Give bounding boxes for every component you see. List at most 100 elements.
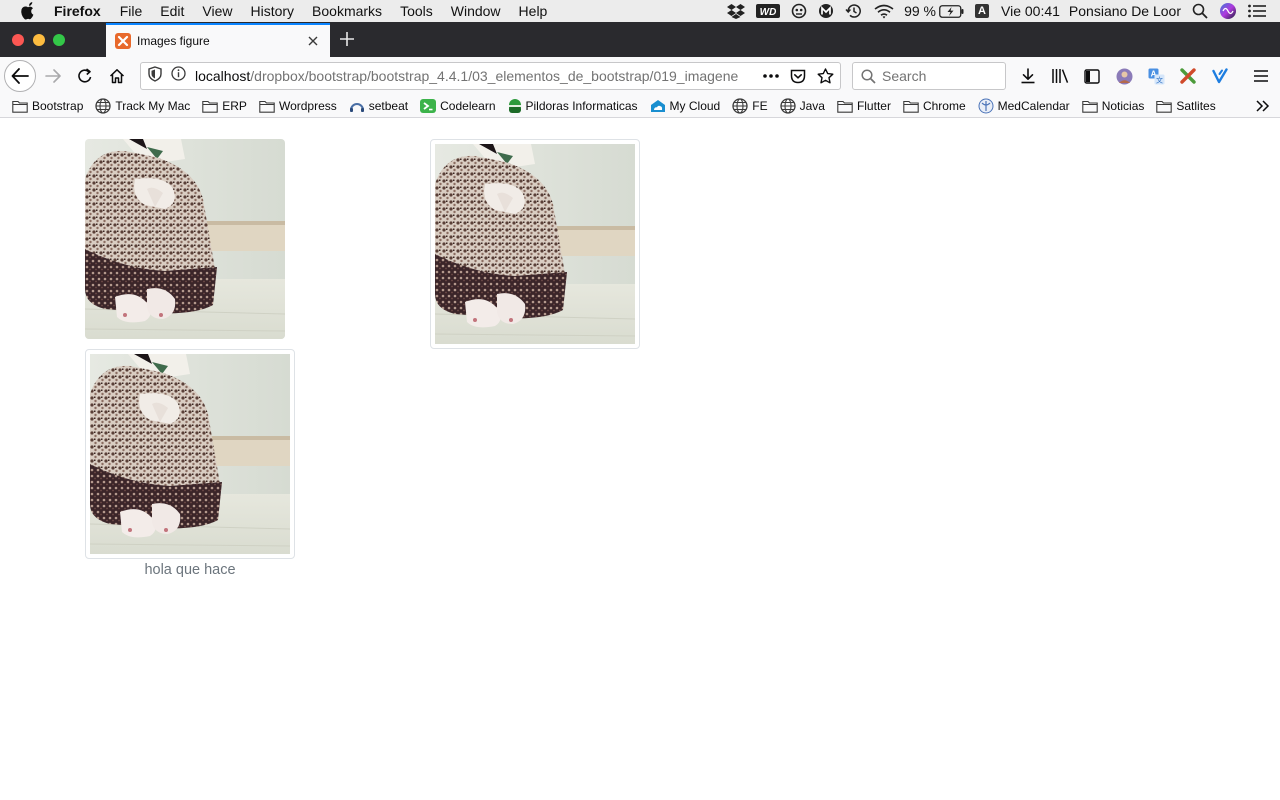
figure-image-thumbnail [85,349,295,559]
menu-bookmarks[interactable]: Bookmarks [312,3,382,19]
bookmarks-toolbar: Bootstrap Track My Mac ERP Wordpress set… [0,95,1280,118]
sidebar-toggle-icon[interactable] [1081,65,1103,87]
svg-text:WD: WD [760,7,777,18]
profile-avatar-icon[interactable] [1113,65,1135,87]
folder-icon [12,100,28,113]
apple-icon[interactable] [20,2,36,20]
bookmark-bootstrap[interactable]: Bootstrap [12,99,83,113]
notification-center-icon[interactable] [1248,4,1266,18]
bookmark-flutter[interactable]: Flutter [837,99,891,113]
bookmark-codelearn[interactable]: Codelearn [420,98,496,114]
folder-icon [1081,100,1098,113]
bookmark-track-my-mac[interactable]: Track My Mac [95,98,190,114]
folder-icon [837,100,853,113]
bookmark-pildoras-informaticas[interactable]: Pildoras Informaticas [508,98,638,114]
search-bar[interactable]: Search [852,62,1006,90]
bookmark-satlites[interactable]: Satlites [1156,99,1216,113]
new-tab-icon[interactable] [337,29,357,49]
svg-text:文: 文 [1156,75,1163,84]
dropbox-icon[interactable] [727,3,746,19]
menu-help[interactable]: Help [519,3,548,19]
globe-icon [732,98,748,114]
bookmark-fe[interactable]: FE [732,98,768,114]
bookmark-label: setbeat [368,99,409,113]
bookmarks-overflow-chevron-icon[interactable] [1256,99,1270,117]
page-content: hola que hace [0,118,1280,800]
ghost-icon[interactable] [791,3,807,19]
spotlight-icon[interactable] [1192,3,1208,19]
forward-button[interactable] [38,61,68,91]
tab-close-icon[interactable] [305,33,321,49]
bookmark-label: Track My Mac [115,99,191,113]
menu-window[interactable]: Window [451,3,501,19]
bookmark-star-icon[interactable] [817,68,834,84]
macos-menubar: Firefox File Edit View History Bookmarks… [0,0,1280,22]
setbeat-icon [349,99,365,113]
tracking-protection-icon[interactable] [148,65,162,87]
page-actions-icon[interactable] [763,74,779,78]
bookmark-label: MedCalendar [997,99,1070,113]
menu-file[interactable]: File [120,3,143,19]
bookmark-java[interactable]: Java [779,98,825,114]
tab-strip: Images figure [0,22,1280,57]
m-icon[interactable] [818,3,834,19]
menubar-user[interactable]: Ponsiano De Loor [1069,3,1181,19]
cloud-icon [650,99,666,113]
url-host: localhost [195,68,251,84]
window-close-button[interactable] [12,34,24,46]
globe-icon [95,98,112,114]
battery-percentage: 99 % [904,3,937,19]
folder-icon [259,100,275,113]
bookmark-medcalendar[interactable]: MedCalendar [978,98,1070,114]
bookmark-label: Bootstrap [32,99,84,113]
menu-edit[interactable]: Edit [160,3,184,19]
time-machine-icon[interactable] [845,3,863,19]
bookmark-label: Pildoras Informaticas [525,99,638,113]
window-minimize-button[interactable] [33,34,45,46]
hamburger-menu-icon[interactable] [1250,65,1272,87]
menu-history[interactable]: History [250,3,294,19]
wd-icon[interactable]: WD [756,4,781,18]
photo-woman-sitting [90,354,290,554]
menubar-clock[interactable]: Vie 00:41 [1001,3,1060,19]
menu-tools[interactable]: Tools [400,3,433,19]
menu-view[interactable]: View [202,3,232,19]
v-extension-icon[interactable] [1209,65,1231,87]
menu-app-name[interactable]: Firefox [54,3,101,19]
url-bar[interactable]: localhost/dropbox/bootstrap/bootstrap_4.… [140,62,841,90]
bookmark-label: Codelearn [440,99,496,113]
bookmark-my-cloud[interactable]: My Cloud [650,99,720,113]
tab-title: Images figure [137,34,210,48]
globe-icon [779,98,796,114]
x-extension-icon[interactable] [1177,65,1199,87]
bookmark-chrome[interactable]: Chrome [903,99,966,113]
window-zoom-button[interactable] [53,34,65,46]
library-icon[interactable] [1049,65,1071,87]
translate-extension-icon[interactable]: A文 [1145,65,1167,87]
home-icon[interactable] [102,61,132,91]
image-rounded [85,139,285,339]
bookmark-erp[interactable]: ERP [202,99,247,113]
pocket-icon[interactable] [790,69,806,84]
codelearn-icon [420,98,437,114]
reload-icon[interactable] [70,61,100,91]
tab-images-figure[interactable]: Images figure [106,23,330,57]
battery-icon[interactable] [939,4,964,18]
wifi-icon[interactable] [874,4,894,19]
input-source-indicator[interactable]: A [975,4,990,18]
medcalendar-icon [978,98,994,114]
bookmark-label: Chrome [922,99,966,113]
bookmark-label: Wordpress [278,99,337,113]
xampp-icon [115,33,131,49]
bookmark-setbeat[interactable]: setbeat [349,99,408,113]
bookmark-wordpress[interactable]: Wordpress [259,99,337,113]
folder-icon [1156,100,1173,113]
back-button[interactable] [4,60,36,92]
folder-icon [903,100,919,113]
site-info-icon[interactable] [171,66,186,86]
url-text[interactable]: localhost/dropbox/bootstrap/bootstrap_4.… [195,68,745,84]
downloads-icon[interactable] [1017,65,1039,87]
siri-icon[interactable] [1219,2,1237,20]
bookmark-noticias[interactable]: Noticias [1081,99,1144,113]
photo-woman-sitting [85,139,285,339]
